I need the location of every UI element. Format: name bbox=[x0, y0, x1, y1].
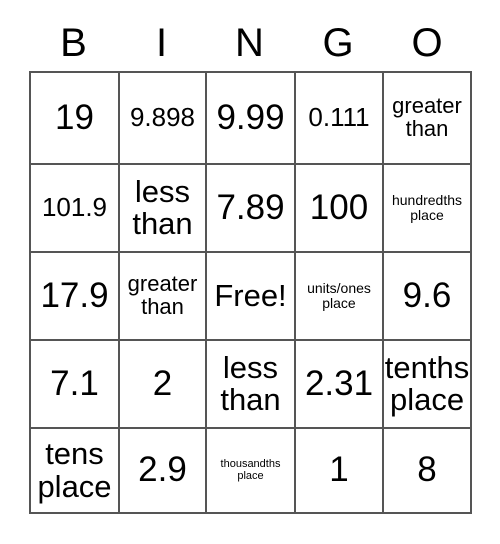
bingo-cell-label: 2.31 bbox=[304, 363, 374, 403]
bingo-cell-label: 1 bbox=[329, 450, 349, 490]
bingo-cell-label: 100 bbox=[309, 187, 369, 227]
bingo-cell-label: 7.89 bbox=[216, 187, 285, 227]
bingo-cell-o5[interactable]: 8 bbox=[384, 429, 470, 512]
bingo-cell-i4[interactable]: 2 bbox=[120, 341, 207, 429]
bingo-cell-b5[interactable]: tens place bbox=[31, 429, 120, 512]
bingo-cell-i3[interactable]: greater than bbox=[120, 253, 207, 341]
bingo-header-letter-b: B bbox=[60, 20, 87, 65]
bingo-cell-g3[interactable]: units/ones place bbox=[296, 253, 384, 341]
bingo-cell-o1[interactable]: greater than bbox=[384, 73, 470, 165]
bingo-header-letter-i: I bbox=[155, 20, 168, 65]
bingo-cell-label: thousandths place bbox=[220, 458, 281, 482]
bingo-cell-n2[interactable]: 7.89 bbox=[207, 165, 296, 253]
bingo-cell-label: 17.9 bbox=[40, 275, 109, 315]
bingo-cell-label: tenths place bbox=[384, 349, 470, 417]
bingo-card: B I N G O 19 9.898 9.99 0.111 greater th… bbox=[0, 0, 500, 544]
bingo-cell-label: 2.9 bbox=[138, 450, 187, 490]
bingo-cell-g2[interactable]: 100 bbox=[296, 165, 384, 253]
bingo-cell-i2[interactable]: less than bbox=[120, 165, 207, 253]
bingo-header-letter-o: O bbox=[411, 20, 443, 65]
bingo-cell-label: units/ones place bbox=[307, 280, 371, 311]
bingo-cell-label: 8 bbox=[417, 450, 437, 490]
bingo-cell-label: hundredths place bbox=[391, 192, 463, 223]
bingo-cell-label: 2 bbox=[152, 363, 173, 403]
bingo-cell-label: 9.898 bbox=[129, 102, 196, 133]
bingo-header-letter-n: N bbox=[235, 20, 264, 65]
bingo-cell-label: 101.9 bbox=[41, 192, 108, 223]
bingo-cell-free-space[interactable]: Free! bbox=[207, 253, 296, 341]
bingo-cell-label: 0.111 bbox=[308, 102, 370, 133]
bingo-cell-label: greater than bbox=[392, 93, 462, 141]
bingo-cell-label: less than bbox=[132, 173, 193, 241]
bingo-header-row: B I N G O bbox=[29, 14, 472, 71]
bingo-cell-label: 9.6 bbox=[402, 275, 452, 315]
bingo-cell-g4[interactable]: 2.31 bbox=[296, 341, 384, 429]
bingo-cell-n4[interactable]: less than bbox=[207, 341, 296, 429]
bingo-cell-label: 7.1 bbox=[50, 363, 99, 403]
bingo-header-letter-g: G bbox=[322, 20, 354, 65]
bingo-cell-g5[interactable]: 1 bbox=[296, 429, 384, 512]
bingo-cell-label: less than bbox=[220, 349, 281, 417]
bingo-cell-label: tens place bbox=[37, 436, 112, 504]
bingo-cell-label: greater than bbox=[127, 271, 198, 319]
bingo-free-space-label: Free! bbox=[214, 277, 287, 313]
bingo-cell-b4[interactable]: 7.1 bbox=[31, 341, 120, 429]
bingo-cell-o2[interactable]: hundredths place bbox=[384, 165, 470, 253]
bingo-cell-i5[interactable]: 2.9 bbox=[120, 429, 207, 512]
bingo-cell-b3[interactable]: 17.9 bbox=[31, 253, 120, 341]
bingo-cell-i1[interactable]: 9.898 bbox=[120, 73, 207, 165]
bingo-cell-o3[interactable]: 9.6 bbox=[384, 253, 470, 341]
bingo-cell-n1[interactable]: 9.99 bbox=[207, 73, 296, 165]
bingo-cell-label: 9.99 bbox=[216, 97, 285, 137]
bingo-grid: 19 9.898 9.99 0.111 greater than 101.9 l… bbox=[29, 71, 472, 514]
bingo-cell-b2[interactable]: 101.9 bbox=[31, 165, 120, 253]
bingo-cell-g1[interactable]: 0.111 bbox=[296, 73, 384, 165]
bingo-cell-b1[interactable]: 19 bbox=[31, 73, 120, 165]
bingo-cell-o4[interactable]: tenths place bbox=[384, 341, 470, 429]
bingo-cell-n5[interactable]: thousandths place bbox=[207, 429, 296, 512]
bingo-cell-label: 19 bbox=[55, 97, 94, 137]
